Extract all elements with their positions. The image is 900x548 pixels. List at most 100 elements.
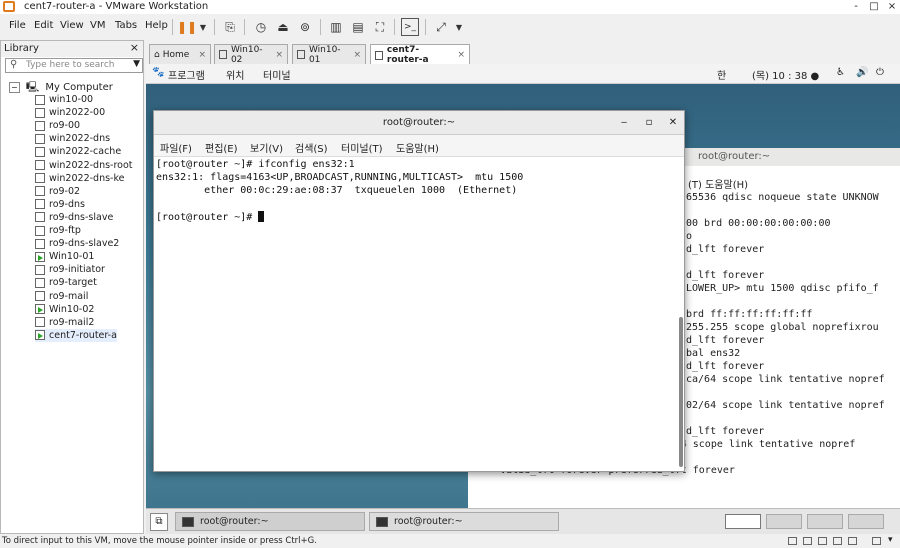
background-terminal-line: d_lft forever <box>686 270 765 281</box>
terminal-menu-search[interactable]: 검색(S) <box>295 140 328 155</box>
cd-rom-icon[interactable] <box>803 537 812 545</box>
library-vm-item[interactable]: win2022-dns-ke <box>35 172 124 185</box>
library-vm-item[interactable]: ro9-00 <box>35 119 80 132</box>
thumbnail-bar-icon[interactable]: ▤ <box>349 18 367 36</box>
background-terminal-line: o <box>686 231 693 242</box>
library-vm-label: ro9-mail2 <box>49 316 95 328</box>
search-placeholder: Type here to search <box>26 60 115 70</box>
library-vm-item[interactable]: ro9-02 <box>35 185 80 198</box>
task-terminal-2[interactable]: root@router:~ <box>369 512 559 531</box>
terminal-menu-edit[interactable]: 편집(E) <box>205 140 238 155</box>
library-vm-item[interactable]: ro9-target <box>35 276 97 289</box>
workspace-2[interactable] <box>766 514 802 529</box>
library-vm-label: win2022-00 <box>49 107 106 119</box>
workspace-1[interactable] <box>725 514 761 529</box>
console-view-icon[interactable]: >_ <box>401 18 419 36</box>
library-vm-item[interactable]: win2022-dns <box>35 132 110 145</box>
chevron-down-icon[interactable]: ▼ <box>450 18 468 36</box>
snapshot-icon[interactable]: ◷ <box>252 18 270 36</box>
show-desktop-icon[interactable]: ⧉ <box>150 513 168 531</box>
chevron-down-icon[interactable]: ▼ <box>194 18 212 36</box>
send-keys-icon[interactable]: ⎘ <box>221 18 239 36</box>
library-vm-item[interactable]: ro9-ftp <box>35 224 81 237</box>
terminal-scrollbar[interactable] <box>679 317 683 467</box>
library-vm-item[interactable]: ro9-initiator <box>35 263 105 276</box>
snapshot-manager-icon[interactable]: ⊚ <box>296 18 314 36</box>
task-label: root@router:~ <box>200 516 269 527</box>
menu-help[interactable]: Help <box>145 20 168 31</box>
sound-card-icon[interactable] <box>848 537 857 545</box>
terminal-menu-bar: 파일(F) 편집(E) 보기(V) 검색(S) 터미널(T) 도움말(H) <box>154 135 684 157</box>
terminal-titlebar[interactable]: root@router:~ ‒ ▫ ✕ <box>154 111 684 135</box>
menu-view[interactable]: View <box>60 20 84 31</box>
status-message: To direct input to this VM, move the mou… <box>2 536 317 546</box>
gnome-logo-icon[interactable]: 🐾 <box>152 67 164 78</box>
terminal-menu-help[interactable]: 도움말(H) <box>396 140 439 155</box>
library-vm-item[interactable]: ro9-mail <box>35 290 88 303</box>
hard-disk-icon[interactable] <box>788 537 797 545</box>
terminal-close-icon[interactable]: ✕ <box>665 115 681 131</box>
volume-icon[interactable]: 🔊 <box>856 67 868 78</box>
display-icon[interactable] <box>872 537 881 545</box>
terminal-maximize-icon[interactable]: ▫ <box>641 115 657 131</box>
library-vm-item[interactable]: Win10-01 <box>35 250 94 263</box>
gnome-applications-menu[interactable]: 프로그램 <box>168 67 205 82</box>
library-vm-item[interactable]: win10-00 <box>35 93 93 106</box>
vm-icon <box>35 186 45 197</box>
menu-tabs[interactable]: Tabs <box>115 20 137 31</box>
library-vm-item[interactable]: win2022-cache <box>35 145 121 158</box>
power-icon[interactable]: ⏻ <box>876 67 884 78</box>
minimize-button[interactable]: - <box>846 0 866 14</box>
tab-close-icon[interactable]: × <box>449 50 465 60</box>
terminal-menu-file[interactable]: 파일(F) <box>160 140 192 155</box>
gnome-terminal-menu[interactable]: 터미널 <box>263 67 291 82</box>
workspace-3[interactable] <box>807 514 843 529</box>
gnome-window-list: ⧉ root@router:~ root@router:~ <box>146 508 900 534</box>
library-vm-item[interactable]: cent7-router-a <box>35 328 117 342</box>
tab-close-icon[interactable]: × <box>267 50 283 60</box>
terminal-menu-terminal[interactable]: 터미널(T) <box>341 140 383 155</box>
input-method-indicator[interactable]: 한 <box>717 67 726 82</box>
show-library-icon[interactable]: ▥ <box>327 18 345 36</box>
gnome-clock[interactable]: (목) 10 : 38 ● <box>752 67 819 82</box>
close-button[interactable]: × <box>882 0 900 14</box>
menu-vm[interactable]: VM <box>90 20 105 31</box>
library-vm-item[interactable]: ro9-dns-slave <box>35 211 113 224</box>
library-close-icon[interactable]: × <box>130 41 139 54</box>
gnome-places-menu[interactable]: 위치 <box>226 67 244 82</box>
library-vm-item[interactable]: win2022-dns-root <box>35 159 133 172</box>
stretch-guest-icon[interactable]: ⤢ <box>432 18 450 36</box>
workspace-4[interactable] <box>848 514 884 529</box>
accessibility-icon[interactable]: ♿ <box>836 67 845 78</box>
full-screen-icon[interactable]: ⛶ <box>371 18 389 36</box>
maximize-button[interactable]: □ <box>864 0 884 14</box>
tab-close-icon[interactable]: × <box>190 50 206 60</box>
terminal-menu-view[interactable]: 보기(V) <box>250 140 283 155</box>
tab-home[interactable]: ⌂ Home × <box>149 44 211 64</box>
terminal-minimize-icon[interactable]: ‒ <box>616 115 632 131</box>
tab-win10-02[interactable]: Win10-02 × <box>214 44 288 65</box>
collapse-icon[interactable]: − <box>9 82 20 93</box>
tab-win10-01[interactable]: Win10-01 × <box>292 44 366 65</box>
library-vm-item[interactable]: ro9-dns-slave2 <box>35 237 119 250</box>
vm-console[interactable]: 🐾 프로그램 위치 터미널 한 (목) 10 : 38 ● ♿ 🔊 ⏻ root… <box>146 64 900 534</box>
task-terminal-1[interactable]: root@router:~ <box>175 512 365 531</box>
background-terminal-menu[interactable]: (T) 도움말(H) <box>688 176 748 191</box>
menu-file[interactable]: File <box>9 20 26 31</box>
library-vm-item[interactable]: Win10-02 <box>35 303 94 316</box>
network-adapter-2-icon[interactable] <box>833 537 842 545</box>
menu-edit[interactable]: Edit <box>34 20 53 31</box>
toolbar-separator <box>394 19 395 35</box>
library-vm-item[interactable]: ro9-dns <box>35 198 85 211</box>
chevron-down-icon[interactable]: ▾ <box>888 535 893 545</box>
tab-cent7-router-a[interactable]: cent7-router-a × <box>370 44 470 65</box>
library-vm-item[interactable]: win2022-00 <box>35 106 105 119</box>
library-vm-item[interactable]: ro9-mail2 <box>35 316 94 329</box>
terminal-output[interactable]: [root@router ~]# ifconfig ens32:1 ens32:… <box>154 157 684 471</box>
network-adapter-icon[interactable] <box>818 537 827 545</box>
terminal-window[interactable]: root@router:~ ‒ ▫ ✕ 파일(F) 편집(E) 보기(V) 검색… <box>153 110 685 472</box>
tab-close-icon[interactable]: × <box>345 50 361 60</box>
revert-snapshot-icon[interactable]: ⏏ <box>274 18 292 36</box>
library-search-input[interactable]: ⚲ Type here to search ▼ <box>5 58 143 73</box>
chevron-down-icon[interactable]: ▼ <box>133 59 140 69</box>
